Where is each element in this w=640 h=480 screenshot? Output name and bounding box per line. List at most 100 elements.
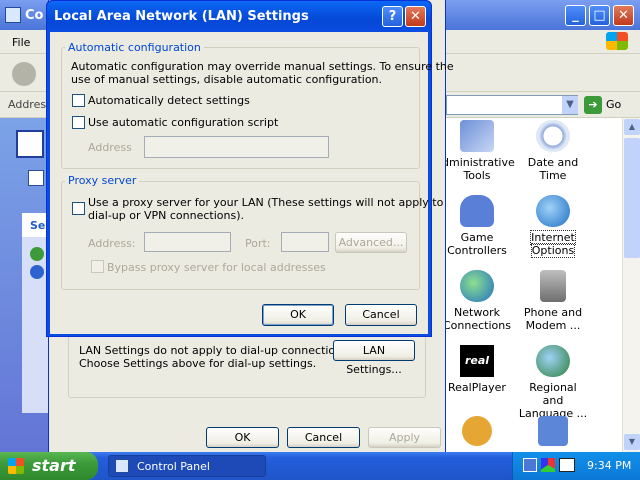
scroll-thumb[interactable] [624,138,640,258]
props-apply-button[interactable]: Apply [368,427,441,448]
scroll-up-icon[interactable]: ▲ [624,119,640,135]
icon-realplayer[interactable]: real RealPlayer [442,345,512,394]
icon-label: Date and Time [527,156,579,182]
go-label[interactable]: Go [606,98,621,111]
clock: 9:34 PM [587,459,632,472]
lan-note-line1: LAN Settings do not apply to dial-up con… [79,344,352,357]
proxy-address-input[interactable] [144,232,231,252]
dialog-title: Local Area Network (LAN) Settings [54,9,309,24]
use-proxy-checkbox[interactable] [72,202,85,215]
windows-update-icon[interactable] [30,247,44,261]
switch-view-icon[interactable] [28,170,44,186]
icon-administrative-tools[interactable]: dministrative Tools [442,120,515,182]
taskbar-item-label: Control Panel [137,460,210,473]
scroll-down-icon[interactable]: ▼ [624,434,640,450]
auto-script-label[interactable]: Use automatic configuration script [88,116,278,129]
icon-label: Phone and [523,306,583,319]
auto-config-title: Automatic configuration [65,41,204,54]
windows-flag-icon [8,458,24,474]
internet-options-icon [536,195,570,227]
network-connections-icon [460,270,494,302]
taskbar-item-control-panel[interactable]: Control Panel [108,455,266,477]
start-label: start [32,456,76,475]
lan-note-line2: Choose Settings above for dial-up settin… [79,357,317,370]
back-icon[interactable] [12,62,36,86]
use-proxy-line1[interactable]: Use a proxy server for your LAN (These s… [88,196,443,209]
dialog-titlebar[interactable]: Local Area Network (LAN) Settings ? ✕ [47,1,431,32]
icon-label: Controllers [447,244,507,257]
minimize-button[interactable]: _ [565,5,586,26]
auto-desc-line2: use of manual settings, disable automati… [71,73,383,86]
auto-address-input[interactable] [144,136,329,158]
bypass-checkbox[interactable] [91,260,104,273]
address-dropdown-icon[interactable]: ▼ [562,96,578,114]
use-proxy-line2[interactable]: dial-up or VPN connections). [88,209,244,222]
auto-desc-line1: Automatic configuration may override man… [71,60,454,73]
icon-label: Regional and [529,381,577,407]
maximize-button[interactable]: □ [589,5,610,26]
icon-game-controllers[interactable]: Game Controllers [442,195,512,257]
control-panel-task-icon [115,459,129,473]
icon-label: Modem ... [525,319,581,332]
icon-internet-options[interactable]: Internet Options [518,195,588,258]
go-icon[interactable]: ➔ [584,96,602,114]
icon-label: Connections [443,319,511,332]
icon-label: dministrative [442,156,515,169]
system-tray: 9:34 PM [512,452,640,480]
proxy-address-label: Address: [88,237,136,250]
taskbar: start Control Panel 9:34 PM [0,452,640,480]
address-label: Addres [8,98,47,111]
icon-label: Options [530,243,576,258]
icon-label: Game [460,231,494,244]
see-also-label: Se [30,219,46,232]
auto-address-label: Address [88,141,132,154]
icon-phone-modem[interactable]: Phone and Modem ... [518,270,588,332]
close-button[interactable]: ✕ [613,5,634,26]
phone-modem-icon [540,270,566,302]
icon-date-time[interactable]: Date and Time [518,120,588,182]
port-label: Port: [245,237,271,250]
port-input[interactable] [281,232,329,252]
address-input[interactable] [446,95,578,115]
auto-detect-checkbox[interactable] [72,94,85,107]
props-ok-button[interactable]: OK [206,427,279,448]
control-panel-icon [5,7,21,23]
security-center-icon[interactable] [538,416,568,446]
colorful-tray-icon[interactable] [541,458,555,472]
props-cancel-button[interactable]: Cancel [287,427,360,448]
auto-script-checkbox[interactable] [72,116,85,129]
help-support-icon[interactable] [30,265,44,279]
realplayer-icon: real [460,345,494,377]
icons-area: dministrative Tools Date and Time Game C… [442,118,622,452]
control-panel-title: Co [25,8,44,23]
regional-language-icon [536,345,570,377]
see-also-panel: Se [22,213,48,413]
task-pane: Se [0,118,48,452]
icon-label: Tools [463,169,491,182]
help-button[interactable]: ? [382,6,403,27]
icon-label: Network [454,306,500,319]
menu-file[interactable]: File [12,36,30,49]
dialog-close-button[interactable]: ✕ [405,6,426,27]
bypass-label[interactable]: Bypass proxy server for local addresses [107,261,326,274]
icon-label: Internet [530,230,576,245]
vertical-scrollbar[interactable]: ▲ ▼ [622,118,640,452]
icon-label: RealPlayer [448,381,506,394]
game-controllers-icon [460,195,494,227]
dialog-ok-button[interactable]: OK [262,304,334,326]
advanced-button[interactable]: Advanced... [335,232,407,253]
lan-settings-dialog: Local Area Network (LAN) Settings ? ✕ Au… [46,0,454,337]
icon-network-connections[interactable]: Network Connections [442,270,512,332]
auto-detect-label[interactable]: Automatically detect settings [88,94,250,107]
windows-logo-icon [606,32,628,50]
network-tray-icon[interactable] [523,458,537,472]
administrative-tools-icon [460,120,494,152]
monitor-tray-icon[interactable] [559,458,575,472]
accessibility-icon[interactable] [462,416,492,446]
start-button[interactable]: start [0,452,98,480]
icon-regional-language[interactable]: Regional and Language ... [518,345,588,420]
lan-settings-button[interactable]: LAN Settings... [333,340,415,376]
dialog-cancel-button[interactable]: Cancel [345,304,417,326]
date-time-icon [536,120,570,152]
proxy-group-title: Proxy server [65,174,140,187]
